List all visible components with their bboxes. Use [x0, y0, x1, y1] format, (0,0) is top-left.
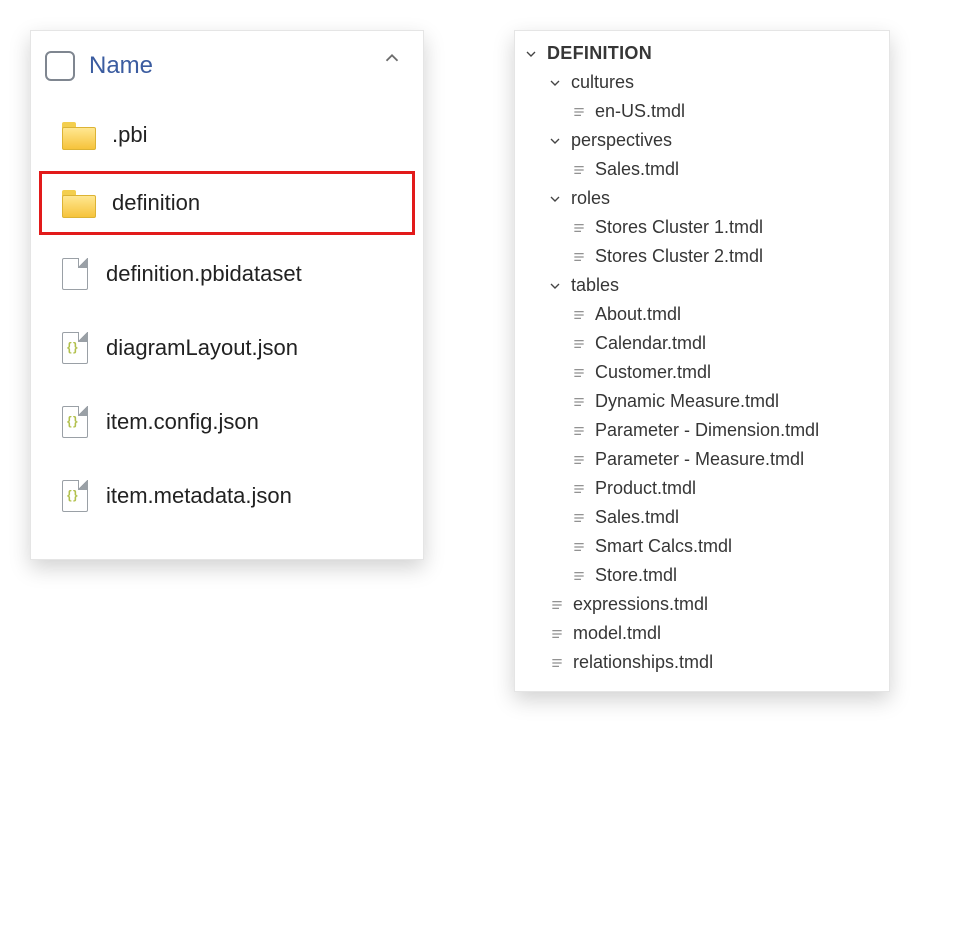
- tree-root[interactable]: DEFINITION: [519, 39, 879, 68]
- file-lines-icon: [571, 307, 587, 323]
- explorer-item-label: .pbi: [112, 122, 147, 148]
- tree-folder-roles[interactable]: roles: [519, 184, 879, 213]
- tree-folder-cultures[interactable]: cultures: [519, 68, 879, 97]
- file-lines-icon: [571, 249, 587, 265]
- explorer-item-label: definition.pbidataset: [106, 261, 302, 287]
- folder-icon: [62, 190, 94, 216]
- file-lines-icon: [571, 162, 587, 178]
- tree-file-calendar-tmdl[interactable]: Calendar.tmdl: [519, 329, 879, 358]
- file-lines-icon: [571, 423, 587, 439]
- tree-file-stores-cluster-1-tmdl[interactable]: Stores Cluster 1.tmdl: [519, 213, 879, 242]
- tree-file-label: Stores Cluster 2.tmdl: [595, 246, 763, 267]
- tree-folder-label: roles: [571, 188, 610, 209]
- file-lines-icon: [571, 336, 587, 352]
- definition-tree: DEFINITION cultures en-US.tmdl perspective…: [514, 30, 890, 692]
- tree-file-label: About.tmdl: [595, 304, 681, 325]
- explorer-item--pbi[interactable]: .pbi: [39, 103, 415, 167]
- file-lines-icon: [571, 568, 587, 584]
- chevron-down-icon: [547, 278, 563, 294]
- tree-file-parameter-dimension-tmdl[interactable]: Parameter - Dimension.tmdl: [519, 416, 879, 445]
- tree-file-smart-calcs-tmdl[interactable]: Smart Calcs.tmdl: [519, 532, 879, 561]
- tree-file-label: Parameter - Dimension.tmdl: [595, 420, 819, 441]
- tree-file-label: Smart Calcs.tmdl: [595, 536, 732, 557]
- file-lines-icon: [571, 394, 587, 410]
- tree-file-dynamic-measure-tmdl[interactable]: Dynamic Measure.tmdl: [519, 387, 879, 416]
- tree-file-label: model.tmdl: [573, 623, 661, 644]
- tree-folder-tables[interactable]: tables: [519, 271, 879, 300]
- explorer-item-label: item.metadata.json: [106, 483, 292, 509]
- file-icon: [62, 258, 88, 290]
- tree-file-label: relationships.tmdl: [573, 652, 713, 673]
- tree-folder-label: cultures: [571, 72, 634, 93]
- file-lines-icon: [549, 597, 565, 613]
- tree-file-parameter-measure-tmdl[interactable]: Parameter - Measure.tmdl: [519, 445, 879, 474]
- tree-file-label: en-US.tmdl: [595, 101, 685, 122]
- tree-folder-label: tables: [571, 275, 619, 296]
- tree-file-label: Calendar.tmdl: [595, 333, 706, 354]
- tree-body: cultures en-US.tmdl perspectives Sales.tmdl…: [519, 68, 879, 677]
- explorer-item-definition-pbidataset[interactable]: definition.pbidataset: [39, 239, 415, 309]
- tree-file-model-tmdl[interactable]: model.tmdl: [519, 619, 879, 648]
- file-lines-icon: [571, 452, 587, 468]
- tree-file-label: Product.tmdl: [595, 478, 696, 499]
- tree-file-label: Sales.tmdl: [595, 507, 679, 528]
- folder-icon: [62, 122, 94, 148]
- chevron-down-icon: [523, 46, 539, 62]
- tree-file-stores-cluster-2-tmdl[interactable]: Stores Cluster 2.tmdl: [519, 242, 879, 271]
- explorer-item-item-metadata-json[interactable]: { } item.metadata.json: [39, 461, 415, 531]
- explorer-item-label: item.config.json: [106, 409, 259, 435]
- file-lines-icon: [571, 539, 587, 555]
- chevron-down-icon: [547, 75, 563, 91]
- chevron-down-icon: [547, 133, 563, 149]
- explorer-item-item-config-json[interactable]: { } item.config.json: [39, 387, 415, 457]
- tree-folder-perspectives[interactable]: perspectives: [519, 126, 879, 155]
- sort-ascending-icon[interactable]: [381, 47, 403, 74]
- column-header-name[interactable]: Name: [89, 52, 153, 80]
- explorer-item-label: definition: [112, 190, 200, 216]
- tree-file-label: Sales.tmdl: [595, 159, 679, 180]
- file-lines-icon: [571, 104, 587, 120]
- json-file-icon: { }: [62, 406, 88, 438]
- tree-folder-label: perspectives: [571, 130, 672, 151]
- tree-file-label: Stores Cluster 1.tmdl: [595, 217, 763, 238]
- tree-file-label: Store.tmdl: [595, 565, 677, 586]
- file-lines-icon: [549, 626, 565, 642]
- file-explorer: Name .pbi definition definition.pbidataset…: [30, 30, 424, 560]
- explorer-item-definition[interactable]: definition: [39, 171, 415, 235]
- tree-file-product-tmdl[interactable]: Product.tmdl: [519, 474, 879, 503]
- select-all-checkbox[interactable]: [45, 51, 75, 81]
- file-lines-icon: [571, 510, 587, 526]
- tree-file-about-tmdl[interactable]: About.tmdl: [519, 300, 879, 329]
- json-file-icon: { }: [62, 480, 88, 512]
- explorer-item-label: diagramLayout.json: [106, 335, 298, 361]
- explorer-header: Name: [37, 41, 417, 99]
- explorer-item-diagramlayout-json[interactable]: { } diagramLayout.json: [39, 313, 415, 383]
- tree-file-label: Parameter - Measure.tmdl: [595, 449, 804, 470]
- json-file-icon: { }: [62, 332, 88, 364]
- file-lines-icon: [549, 655, 565, 671]
- tree-file-label: Customer.tmdl: [595, 362, 711, 383]
- file-lines-icon: [571, 481, 587, 497]
- tree-file-customer-tmdl[interactable]: Customer.tmdl: [519, 358, 879, 387]
- tree-file-sales-tmdl[interactable]: Sales.tmdl: [519, 503, 879, 532]
- tree-file-store-tmdl[interactable]: Store.tmdl: [519, 561, 879, 590]
- tree-file-relationships-tmdl[interactable]: relationships.tmdl: [519, 648, 879, 677]
- tree-file-sales-tmdl[interactable]: Sales.tmdl: [519, 155, 879, 184]
- chevron-down-icon: [547, 191, 563, 207]
- tree-file-en-us-tmdl[interactable]: en-US.tmdl: [519, 97, 879, 126]
- file-lines-icon: [571, 365, 587, 381]
- tree-file-label: Dynamic Measure.tmdl: [595, 391, 779, 412]
- file-lines-icon: [571, 220, 587, 236]
- explorer-rows: .pbi definition definition.pbidataset { } di…: [37, 103, 417, 531]
- tree-root-label: DEFINITION: [547, 43, 652, 64]
- tree-file-expressions-tmdl[interactable]: expressions.tmdl: [519, 590, 879, 619]
- tree-file-label: expressions.tmdl: [573, 594, 708, 615]
